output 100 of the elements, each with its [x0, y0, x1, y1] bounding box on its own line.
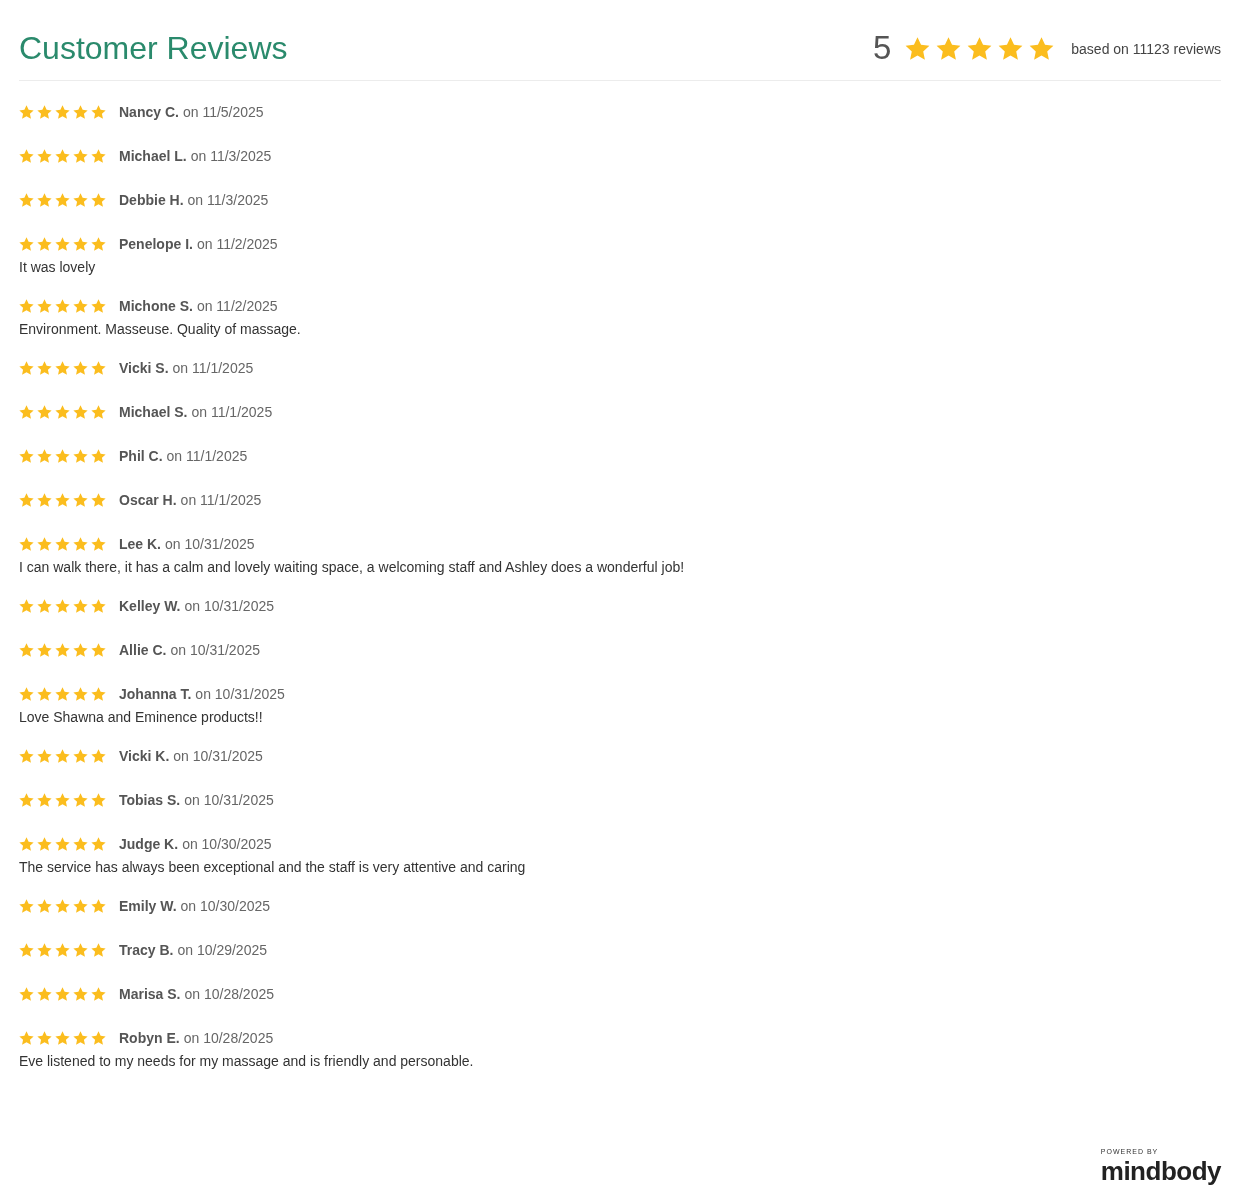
star-icon	[37, 449, 52, 463]
star-icon	[19, 149, 34, 163]
star-icon	[967, 36, 993, 60]
reviewer-name: Emily W.	[119, 896, 177, 916]
star-icon	[73, 643, 88, 657]
reviewer-name: Nancy C.	[119, 102, 179, 122]
star-icon	[37, 299, 52, 313]
star-icon	[905, 36, 931, 60]
star-icon	[91, 837, 106, 851]
star-icon	[37, 1031, 52, 1045]
review-date: on 11/1/2025	[166, 446, 248, 466]
star-icon	[55, 149, 70, 163]
star-icon	[55, 299, 70, 313]
reviewer-name: Johanna T.	[119, 684, 192, 704]
star-icon	[19, 105, 34, 119]
star-icon	[91, 537, 106, 551]
star-icon	[91, 1031, 106, 1045]
reviewer-name: Oscar H.	[119, 490, 177, 510]
star-icon	[73, 193, 88, 207]
review-date: on 10/31/2025	[184, 790, 274, 810]
star-icon	[19, 537, 34, 551]
star-icon	[19, 837, 34, 851]
star-icon	[19, 599, 34, 613]
star-icon	[73, 837, 88, 851]
star-icon	[73, 361, 88, 375]
star-icon	[91, 299, 106, 313]
star-icon	[73, 299, 88, 313]
star-icon	[73, 1031, 88, 1045]
star-icon	[55, 237, 70, 251]
star-icon	[1029, 36, 1055, 60]
star-icon	[91, 361, 106, 375]
star-icon	[73, 687, 88, 701]
review-comment: Love Shawna and Eminence products!!	[19, 708, 264, 726]
star-icon	[55, 837, 70, 851]
reviewer-name: Judge K.	[119, 834, 179, 854]
review-count: based on 11123 reviews	[1071, 40, 1221, 59]
reviewer-name: Marisa S.	[119, 984, 181, 1004]
star-icon	[91, 105, 106, 119]
star-icon	[19, 687, 34, 701]
star-icon	[37, 599, 52, 613]
star-icon	[73, 987, 88, 1001]
reviewer-name: Debbie H.	[119, 190, 184, 210]
star-icon	[73, 405, 88, 419]
star-icon	[19, 299, 34, 313]
reviewer-name: Phil C.	[119, 446, 163, 466]
reviewer-name: Tobias S.	[119, 790, 181, 810]
star-icon	[55, 537, 70, 551]
review-date: on 10/31/2025	[184, 596, 274, 616]
star-icon	[55, 793, 70, 807]
review-date: on 11/1/2025	[191, 402, 273, 422]
review-date: on 10/28/2025	[184, 984, 274, 1004]
review-date: on 10/30/2025	[180, 896, 271, 916]
page-title: Customer Reviews	[19, 29, 288, 68]
reviewer-name: Tracy B.	[119, 940, 174, 960]
star-icon	[73, 149, 88, 163]
review-date: on 11/3/2025	[190, 146, 272, 166]
review-comment: The service has always been exceptional and the staff is very attentive and caring	[19, 858, 527, 876]
brand-logo: mindbody	[1100, 1156, 1221, 1186]
review-date: on 10/31/2025	[195, 684, 285, 704]
star-icon	[37, 987, 52, 1001]
star-icon	[73, 943, 88, 957]
star-icon	[73, 599, 88, 613]
star-icon	[19, 361, 34, 375]
star-icon	[19, 943, 34, 957]
star-icon	[91, 987, 106, 1001]
star-icon	[998, 36, 1024, 60]
star-icon	[55, 405, 70, 419]
review-date: on 10/31/2025	[173, 746, 263, 766]
review-date: on 10/28/2025	[183, 1028, 274, 1048]
star-icon	[19, 193, 34, 207]
star-icon	[55, 943, 70, 957]
star-icon	[37, 837, 52, 851]
star-icon	[19, 405, 34, 419]
star-icon	[91, 943, 106, 957]
star-icon	[91, 687, 106, 701]
review-date: on 10/30/2025	[182, 834, 272, 854]
reviewer-name: Allie C.	[119, 640, 167, 660]
review-date: on 11/2/2025	[196, 296, 278, 316]
reviewer-name: Vicki S.	[119, 358, 169, 378]
star-icon	[19, 1031, 34, 1045]
star-icon	[37, 943, 52, 957]
star-icon	[55, 749, 70, 763]
star-icon	[19, 493, 34, 507]
reviewer-name: Michael L.	[119, 146, 187, 166]
star-icon	[73, 449, 88, 463]
star-icon	[37, 643, 52, 657]
star-icon	[73, 793, 88, 807]
star-icon	[55, 361, 70, 375]
star-icon	[73, 105, 88, 119]
star-icon	[91, 449, 106, 463]
reviewer-name: Kelley W.	[119, 596, 181, 616]
star-icon	[19, 643, 34, 657]
star-icon	[55, 599, 70, 613]
star-icon	[91, 405, 106, 419]
star-icon	[19, 987, 34, 1001]
star-icon	[37, 899, 52, 913]
star-icon	[91, 749, 106, 763]
reviewer-name: Robyn E.	[119, 1028, 180, 1048]
star-icon	[19, 449, 34, 463]
star-icon	[19, 237, 34, 251]
